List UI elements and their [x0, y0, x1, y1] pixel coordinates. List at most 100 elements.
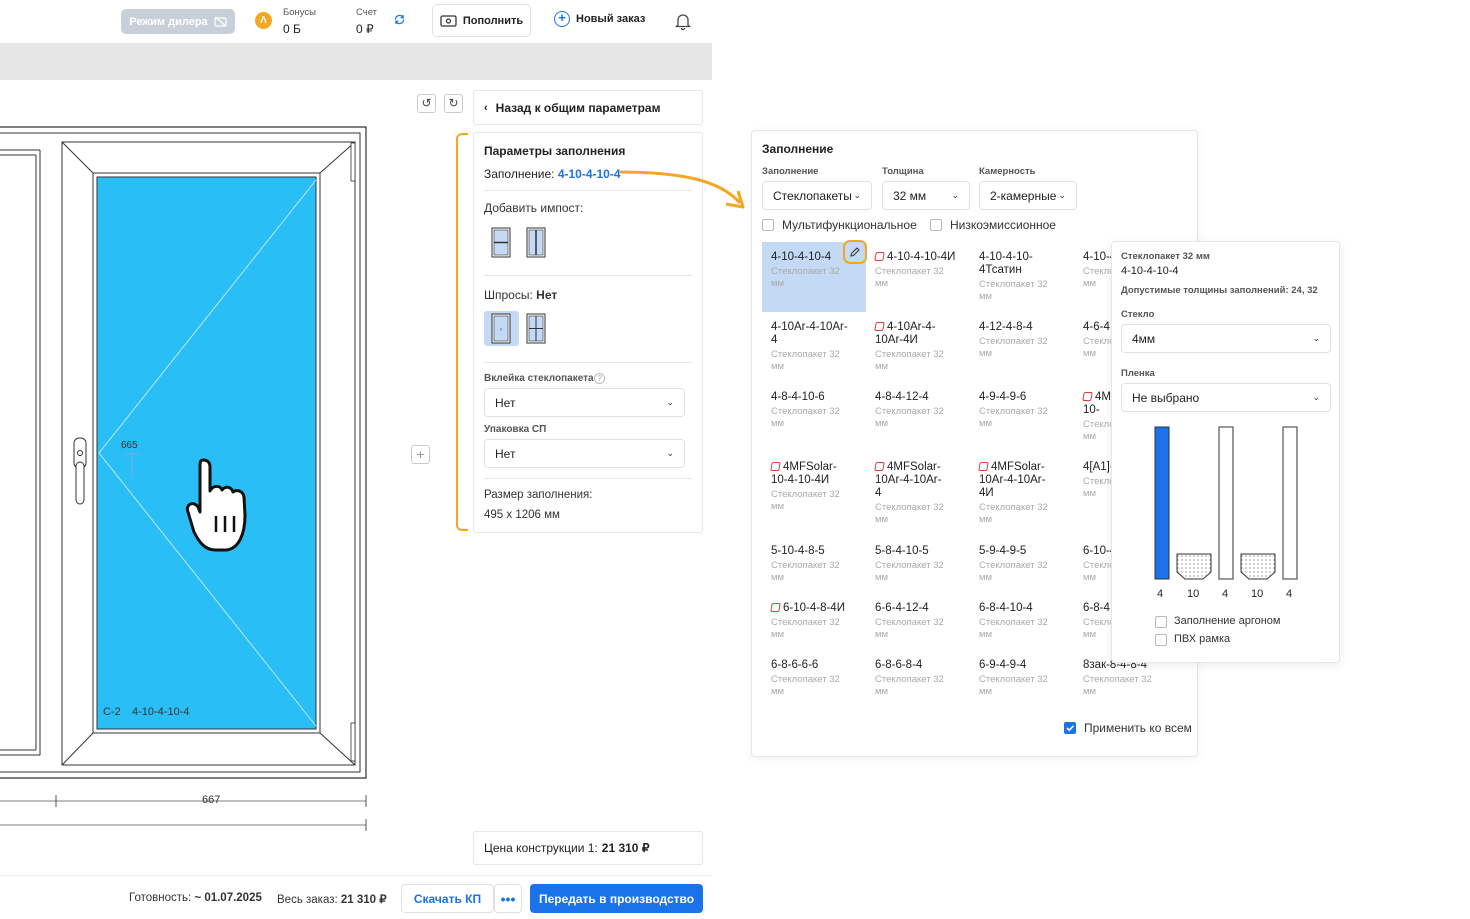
layer-spacer-2	[1240, 553, 1276, 580]
multifunctional-icon	[874, 252, 885, 261]
multifunctional-icon	[874, 462, 885, 471]
glass-unit-option[interactable]: 4MFSolar- 10Ar-4-10Ar- 4 Стеклопакет 32 мм	[866, 452, 970, 525]
glass-unit-unit: мм	[771, 629, 785, 640]
glass-unit-name: 5-8-4-10-5	[875, 545, 929, 557]
apply-all-checkbox[interactable]	[1064, 722, 1076, 734]
glass-unit-type: Стеклопакет 32	[875, 406, 944, 417]
glass-name: 4-10-4-10-4	[1121, 265, 1179, 277]
account-label: Счет	[356, 7, 378, 18]
layer-label: 10	[1251, 588, 1264, 600]
highlight-bracket	[456, 133, 468, 531]
price-panel: Цена конструкции 1: 21 310 ₽	[473, 831, 703, 865]
glass-label: Стекло	[1121, 309, 1155, 320]
glass-unit-option[interactable]: 4-8-4-10-6 Стеклопакет 32 мм	[762, 382, 866, 452]
rotate-right-icon[interactable]: ↻	[444, 94, 463, 113]
shprosy-value: Нет	[536, 288, 558, 302]
chevron-down-icon: ⌄	[666, 448, 674, 458]
glass-unit-option[interactable]: 4-9-4-9-6 Стеклопакет 32 мм	[970, 382, 1074, 452]
glass-unit-option[interactable]: 4-12-4-8-4 Стеклопакет 32 мм	[970, 312, 1074, 382]
refresh-icon[interactable]	[393, 13, 406, 29]
topup-button[interactable]: Пополнить	[432, 4, 531, 37]
glass-unit-option[interactable]: 4MFSolar- 10Ar-4-10Ar- 4И Стеклопакет 32 мм	[970, 452, 1074, 525]
glass-unit-type: Стеклопакет 32	[771, 560, 840, 571]
glass-unit-type: Стеклопакет 32	[979, 502, 1048, 513]
help-icon[interactable]: ?	[594, 373, 605, 384]
glass-unit-type: Стеклопакет 32	[979, 674, 1048, 685]
glass-unit-unit: мм	[875, 418, 889, 429]
allowed-label: Допустимые толщины заполнений:	[1121, 285, 1289, 296]
layer-label: 4	[1222, 588, 1229, 600]
glass-config-popup: Стеклопакет 32 мм 4-10-4-10-4 Допустимые…	[1111, 241, 1340, 663]
glass-unit-type: Стеклопакет 32	[875, 560, 944, 571]
editor-window: Режим дилера Λ Бонусы 0 Б Счет 0 ₽ Попол…	[0, 0, 712, 919]
back-to-params-button[interactable]: ‹ Назад к общим параметрам	[473, 90, 703, 125]
glass-unit-unit: мм	[771, 501, 785, 512]
glass-select[interactable]: 4мм ⌄	[1121, 324, 1331, 353]
glass-unit-unit: мм	[771, 686, 785, 697]
footer-bar: Готовность: ~ 01.07.2025 Весь заказ: 21 …	[0, 875, 712, 919]
glass-unit-type: Стеклопакет 32	[771, 617, 840, 628]
glass-unit-option[interactable]: 4-10-4-10-4И Стеклопакет 32 мм	[866, 242, 970, 312]
order-total-row: Весь заказ: 21 310 ₽	[277, 892, 387, 906]
impost-horizontal-button[interactable]	[484, 225, 519, 260]
bonus-value: 0 Б	[283, 22, 301, 36]
bell-icon[interactable]	[674, 12, 692, 35]
glass-unit-name: 6-10-4-8-4И	[770, 602, 857, 615]
argon-checkbox[interactable]	[1155, 616, 1167, 628]
glass-unit-name: 5-10-4-8-5	[771, 545, 825, 557]
edit-pencil-icon[interactable]	[843, 240, 867, 264]
glass-unit-option[interactable]: 6-9-4-9-4 Стеклопакет 32 мм	[970, 650, 1074, 720]
shprosy-none-button[interactable]: x	[484, 311, 519, 346]
pvc-frame-checkbox[interactable]	[1155, 634, 1167, 646]
glass-unit-option[interactable]: 6-8-6-8-4 Стеклопакет 32 мм	[866, 650, 970, 720]
download-offer-button[interactable]: Скачать КП	[401, 884, 494, 913]
glass-unit-unit: мм	[875, 361, 889, 372]
order-label: Весь заказ:	[277, 894, 338, 906]
glass-unit-unit: мм	[875, 686, 889, 697]
new-order-label: Новый заказ	[576, 13, 646, 25]
glass-unit-name: 4-12-4-8-4	[979, 321, 1033, 333]
shprosy-label: Шпросы:	[484, 288, 533, 302]
add-element-button[interactable]: +	[411, 445, 430, 464]
argon-label: Заполнение аргоном	[1174, 615, 1281, 627]
glass-value: 4мм	[1132, 331, 1156, 346]
back-label: Назад к общим параметрам	[495, 100, 661, 115]
glass-unit-option[interactable]: 4-10-4-10- 4Тсатин Стеклопакет 32 мм	[970, 242, 1074, 312]
rotate-left-icon[interactable]: ↺	[417, 94, 436, 113]
glass-unit-option[interactable]: 4-8-4-12-4 Стеклопакет 32 мм	[866, 382, 970, 452]
apply-all-label: Применить ко всем	[1084, 721, 1192, 735]
multifunctional-icon	[978, 462, 989, 471]
dealer-mode-button[interactable]: Режим дилера	[121, 9, 235, 34]
impost-vertical-button[interactable]	[519, 225, 554, 260]
film-select[interactable]: Не выбрано ⌄	[1121, 383, 1331, 412]
bonus-label: Бонусы	[283, 7, 316, 18]
glass-unit-option[interactable]: 4MFSolar- 10-4-10-4И Стеклопакет 32 мм	[762, 452, 866, 522]
dealer-mode-label: Режим дилера	[129, 15, 208, 28]
shprosy-cross-button[interactable]	[519, 311, 554, 346]
new-order-button[interactable]: + Новый заказ	[554, 11, 645, 27]
layer-label: 10	[1187, 588, 1200, 600]
glass-unit-type: Стеклопакет 32	[875, 502, 944, 513]
vkleyka-select[interactable]: Нет ⌄	[484, 388, 685, 417]
fill-value-link[interactable]: 4-10-4-10-4	[558, 167, 621, 181]
glass-unit-option[interactable]: 4-10Ar-4-10Ar- 4 Стеклопакет 32 мм	[762, 312, 866, 382]
chevron-down-icon: ⌄	[666, 397, 674, 407]
glass-unit-type: Стеклопакет 32	[979, 336, 1048, 347]
glass-unit-type: Стеклопакет 32	[771, 674, 840, 685]
glass-unit-unit: мм	[979, 514, 993, 525]
glass-layers-diagram[interactable]	[1112, 422, 1341, 612]
more-options-button[interactable]: •••	[494, 884, 522, 913]
ready-label: Готовность:	[129, 892, 192, 904]
glass-unit-type: Стеклопакет 32	[771, 489, 840, 500]
glass-unit-option[interactable]: 6-8-6-6-6 Стеклопакет 32 мм	[762, 650, 866, 720]
glass-unit-name: 4MFSolar- 10Ar-4-10Ar- 4	[874, 461, 942, 499]
send-to-production-button[interactable]: Передать в производство	[530, 884, 703, 913]
glass-unit-name: 4-10-4-10- 4Тсатин	[979, 251, 1033, 276]
upakovka-select[interactable]: Нет ⌄	[484, 439, 685, 468]
glass-unit-unit: мм	[771, 572, 785, 583]
film-label: Пленка	[1121, 368, 1155, 379]
glass-unit-option[interactable]: 4-10Ar-4- 10Ar-4И Стеклопакет 32 мм	[866, 312, 970, 382]
shprosy-row: Шпросы: Нет	[484, 288, 557, 302]
size-value: 495 x 1206 мм	[484, 509, 560, 521]
upakovka-label: Упаковка СП	[484, 424, 547, 435]
